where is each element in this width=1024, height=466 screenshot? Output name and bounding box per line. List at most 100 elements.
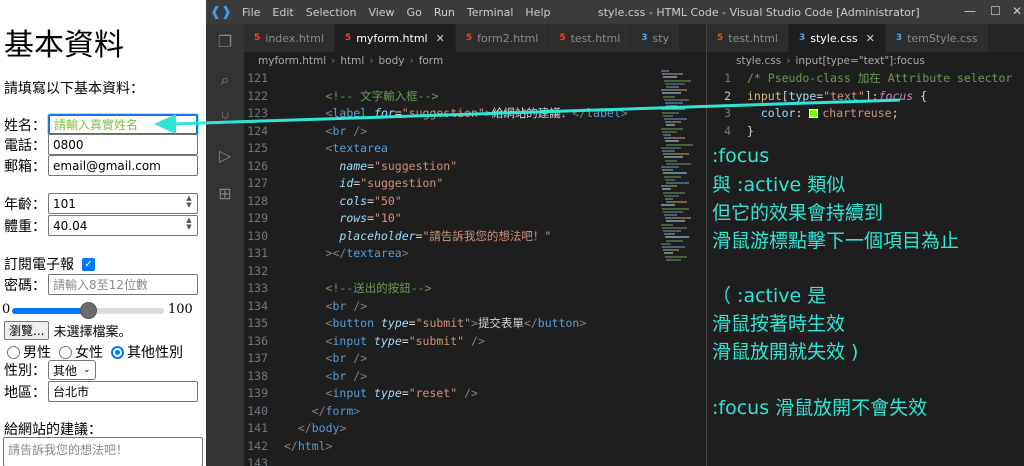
line-number: 139 xyxy=(247,386,268,400)
breadcrumb-item[interactable]: form xyxy=(419,55,443,67)
menu-view[interactable]: View xyxy=(362,6,400,19)
weight-row: 體重： 40.04 ▲ ▼ xyxy=(4,215,198,236)
weight-stepper-icon[interactable]: ▲ ▼ xyxy=(184,217,194,232)
password-input[interactable]: 請輸入8至12位數 xyxy=(48,274,198,295)
code-line[interactable]: 127 id="suggestion" xyxy=(244,175,443,193)
tab-style-css[interactable]: 3 style.css ✕ xyxy=(788,24,886,52)
close-tab-icon[interactable]: ✕ xyxy=(436,32,445,45)
gender-radio-female[interactable] xyxy=(59,345,72,359)
code-token: /> xyxy=(471,333,485,348)
range-slider-thumb[interactable] xyxy=(80,302,97,319)
code-line[interactable]: 121 xyxy=(244,70,284,88)
breadcrumb-item[interactable]: style.css xyxy=(736,55,781,67)
age-field: 101 ▲ ▼ xyxy=(48,193,198,214)
minimap-line xyxy=(663,153,689,156)
age-stepper-icon[interactable]: ▲ ▼ xyxy=(184,195,194,210)
code-line[interactable]: 129 rows="10" xyxy=(244,210,402,228)
code-line[interactable]: 130 placeholder="請告訴我您的想法吧！" xyxy=(244,228,551,246)
code-line[interactable]: 132 xyxy=(244,263,284,281)
code-token: /> xyxy=(353,298,368,313)
code-line[interactable]: 128 cols="50" xyxy=(244,193,402,211)
color-swatch-icon[interactable] xyxy=(809,109,819,118)
minimize-icon[interactable]: — xyxy=(964,4,976,18)
tab-test-html-right[interactable]: 5 test.html xyxy=(707,24,789,52)
code-line[interactable]: 135 <button type="submit">提交表單</button> xyxy=(244,315,586,333)
code-line[interactable]: 124 <br /> xyxy=(244,123,367,141)
code-line[interactable]: 139 <input type="reset" /> xyxy=(244,385,478,403)
tab-temstyle-css[interactable]: 3 temStyle.css xyxy=(885,24,989,52)
menu-run[interactable]: Run xyxy=(428,6,461,19)
minimap-line xyxy=(664,194,679,197)
search-icon[interactable]: ⌕ xyxy=(215,70,235,90)
phone-input[interactable]: 0800 xyxy=(48,134,198,155)
menu-go[interactable]: Go xyxy=(401,6,428,19)
source-control-icon[interactable]: ⑂ xyxy=(215,108,235,128)
code-line[interactable]: 2 input[type="text"]:focus { xyxy=(707,88,927,106)
code-line[interactable]: 122 <!-- 文字輸入框--> xyxy=(244,88,438,106)
code-token: = xyxy=(401,386,409,400)
maximize-icon[interactable]: ☐ xyxy=(990,4,1001,18)
browse-button[interactable]: 瀏覽... xyxy=(4,321,50,340)
line-number: 134 xyxy=(247,298,268,313)
suggestion-textarea[interactable]: 請告訴我您的想法吧！ xyxy=(3,437,203,466)
breadcrumb-item[interactable]: myform.html xyxy=(258,55,326,67)
tab-test-html[interactable]: 5 test.html xyxy=(549,24,632,52)
code-line[interactable]: 3 color: chartreuse; xyxy=(707,105,898,123)
code-line[interactable]: 142 </html> xyxy=(244,438,332,456)
code-line[interactable]: 137 <br /> xyxy=(244,350,367,368)
explorer-icon[interactable]: ❐ xyxy=(215,32,235,52)
age-input[interactable]: 101 xyxy=(48,193,198,214)
code-line[interactable]: 4} xyxy=(707,123,754,141)
tab-index-html[interactable]: 5 index.html xyxy=(244,24,335,52)
chevron-right-icon: › xyxy=(409,55,414,67)
tab-form2-html[interactable]: 5 form2.html xyxy=(455,24,550,52)
code-line[interactable]: 131 ></textarea> xyxy=(244,245,409,263)
breadcrumb-item[interactable]: body xyxy=(379,55,405,67)
code-line[interactable]: 134 <br /> xyxy=(244,298,367,316)
left-code-editor[interactable]: 121 122 <!-- 文字輸入框--> 123 <label for="sugg… xyxy=(244,70,661,466)
name-row: 姓名： 請輸入真實姓名 xyxy=(4,113,199,136)
tab-myform-html[interactable]: 5 myform.html ✕ xyxy=(334,24,456,52)
breadcrumb-item[interactable]: input[type="text"]:focus xyxy=(795,55,924,67)
code-line[interactable]: 123 <label for="suggestion">給網站的建議：</lab… xyxy=(244,105,628,123)
menu-edit[interactable]: Edit xyxy=(266,6,299,19)
note-until-next-click: 滑鼠游標點擊下一個項目為止 xyxy=(712,230,960,252)
extensions-icon[interactable]: ⊞ xyxy=(215,184,235,204)
code-line[interactable]: 136 <input type="submit" /> xyxy=(244,333,485,351)
tab-style-css-truncated[interactable]: 3 sty xyxy=(631,24,681,52)
line-number: 136 xyxy=(247,333,268,348)
code-line[interactable]: 133 <!--送出的按鈕--> xyxy=(244,280,431,298)
breadcrumb-item[interactable]: html xyxy=(340,55,364,67)
menu-help[interactable]: Help xyxy=(519,6,556,19)
right-code-editor[interactable]: 1 /* Pseudo-class 加在 Attribute selector 2 i… xyxy=(707,70,1024,142)
gender-radio-male[interactable] xyxy=(7,345,20,359)
name-input[interactable]: 請輸入真實姓名 xyxy=(47,113,199,136)
subscribe-checkbox[interactable]: ✓ xyxy=(82,257,95,271)
minimap[interactable] xyxy=(661,70,693,270)
gender-radio-other[interactable] xyxy=(111,345,124,359)
code-token: cols xyxy=(339,193,368,208)
code-token: </ xyxy=(523,316,538,330)
weight-input[interactable]: 40.04 xyxy=(48,215,198,236)
menu-terminal[interactable]: Terminal xyxy=(461,6,520,19)
code-token: form xyxy=(325,403,354,418)
code-line[interactable]: 138 <br /> xyxy=(244,368,367,386)
sex-select[interactable]: 其他 ⌄ xyxy=(48,360,96,380)
menu-selection[interactable]: Selection xyxy=(300,6,363,19)
menu-file[interactable]: File xyxy=(236,6,266,19)
note-similar-active: 與 :active 類似 xyxy=(712,174,846,196)
region-input[interactable]: 台北市 xyxy=(48,381,198,402)
code-line[interactable]: 126 name="suggestion" xyxy=(244,158,457,176)
close-tab-icon[interactable]: ✕ xyxy=(866,32,875,45)
close-window-icon[interactable]: ✕ xyxy=(1012,4,1022,18)
code-line[interactable]: 1 /* Pseudo-class 加在 Attribute selector xyxy=(707,70,1012,88)
email-input[interactable]: email@gmail.com xyxy=(48,155,198,176)
code-line[interactable]: 141 </body> xyxy=(244,420,346,438)
code-line[interactable]: 143 xyxy=(244,455,284,466)
code-token: > xyxy=(401,246,409,260)
code-line[interactable]: 125 <textarea xyxy=(244,140,388,158)
run-debug-icon[interactable]: ▷ xyxy=(215,146,235,166)
code-line[interactable]: 140 </form> xyxy=(244,403,360,421)
